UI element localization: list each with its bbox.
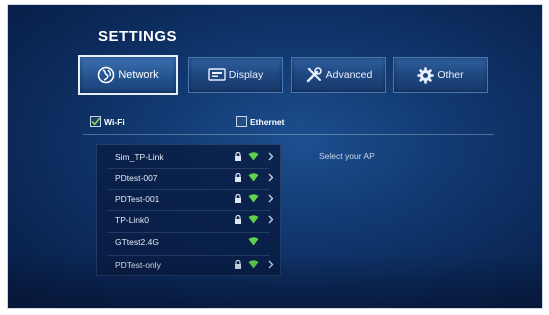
wifi-signal-icon [248,237,259,246]
ap-name: Sim_TP-Link [115,152,164,162]
checkmark-icon [91,117,100,125]
wifi-label: Wi-Fi [104,116,125,127]
chevron-right-icon [268,173,274,182]
wifi-signal-icon [248,194,259,203]
list-item[interactable]: TP-Link0 [97,210,280,230]
ethernet-checkbox-box [236,116,247,127]
select-ap-hint: Select your AP [319,151,375,161]
lock-icon [235,194,241,203]
tab-advanced-label: Advanced [325,69,373,81]
divider [83,134,494,135]
chevron-right-icon [268,215,274,224]
ap-name: GTtest2.4G [115,237,159,247]
ethernet-checkbox[interactable]: Ethernet [236,116,284,127]
chevron-right-icon [268,260,274,269]
lock-icon [235,260,241,269]
tab-advanced[interactable]: Advanced [291,57,386,93]
list-item[interactable]: Sim_TP-Link [97,147,280,167]
ap-name: PDTest-001 [115,194,160,204]
display-icon [208,68,226,82]
settings-screen: SETTINGS Network Display Advanced Other … [7,4,543,309]
wifi-signal-icon [248,215,259,224]
chevron-right-icon [268,152,274,161]
settings-tabs: Network Display Advanced Other [78,55,488,95]
wifi-signal-icon [248,152,259,161]
globe-icon [97,66,115,84]
wifi-signal-icon [248,173,259,182]
chevron-right-icon [268,194,274,203]
tab-other-label: Other [437,69,464,81]
list-item[interactable]: GTtest2.4G [97,232,280,252]
ap-name: PDTest-only [115,260,161,270]
tab-display-label: Display [228,69,264,81]
tab-network[interactable]: Network [78,55,178,95]
list-item[interactable]: PDtest-007 [97,168,280,188]
ap-name: TP-Link0 [115,215,150,225]
wifi-checkbox[interactable]: Wi-Fi [90,116,125,127]
tab-other[interactable]: Other [393,57,488,93]
wifi-signal-icon [248,260,259,269]
lock-icon [235,152,241,161]
list-item[interactable]: PDTest-001 [97,189,280,209]
list-item[interactable]: PDTest-only [97,255,280,275]
ap-list[interactable]: Sim_TP-Link PDtest-007 PDTest-001 TP-Lin… [96,144,281,276]
tab-display[interactable]: Display [188,57,283,93]
ap-name: PDtest-007 [115,173,158,183]
connection-type-row: Wi-Fi Ethernet [90,116,487,130]
gear-icon [417,66,434,84]
lock-icon [235,173,241,182]
lock-icon [235,215,241,224]
ethernet-label: Ethernet [250,116,285,127]
page-title: SETTINGS [98,28,178,45]
tools-icon [305,66,323,84]
wifi-checkbox-box [90,116,101,127]
tab-network-label: Network [118,69,159,81]
